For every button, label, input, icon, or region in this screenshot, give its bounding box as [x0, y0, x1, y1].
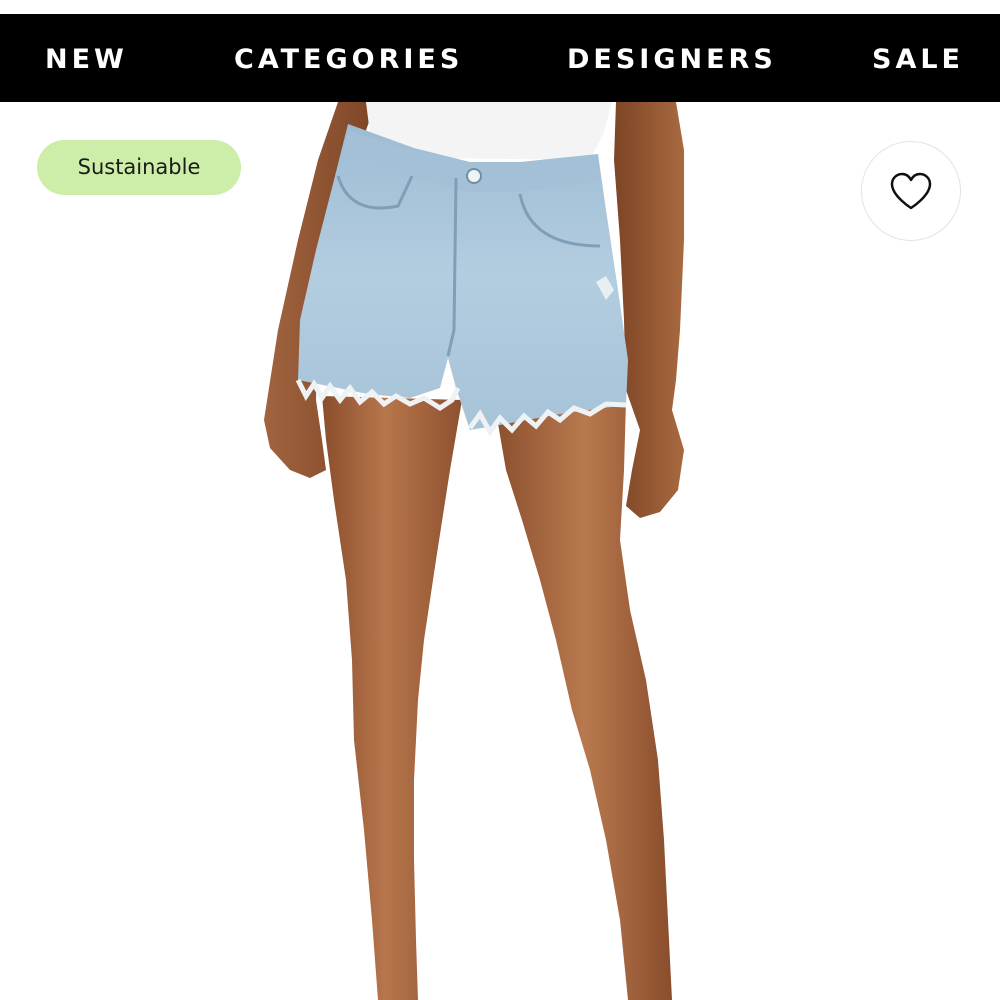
wishlist-button[interactable]: [861, 141, 961, 241]
top-button: [466, 168, 482, 184]
nav-item-categories[interactable]: CATEGORIES: [234, 44, 463, 76]
nav-item-sale[interactable]: SALE: [872, 44, 964, 76]
status-strip: [0, 0, 1000, 14]
product-image[interactable]: [0, 102, 1000, 1000]
nav-item-designers[interactable]: DESIGNERS: [567, 44, 777, 76]
product-page: NEW CATEGORIES DESIGNERS SALE Sustainabl…: [0, 0, 1000, 1000]
main-navigation: NEW CATEGORIES DESIGNERS SALE: [0, 14, 1000, 102]
heart-outline-icon: [890, 172, 932, 210]
sustainable-badge: Sustainable: [37, 140, 241, 195]
nav-item-new[interactable]: NEW: [45, 44, 128, 76]
